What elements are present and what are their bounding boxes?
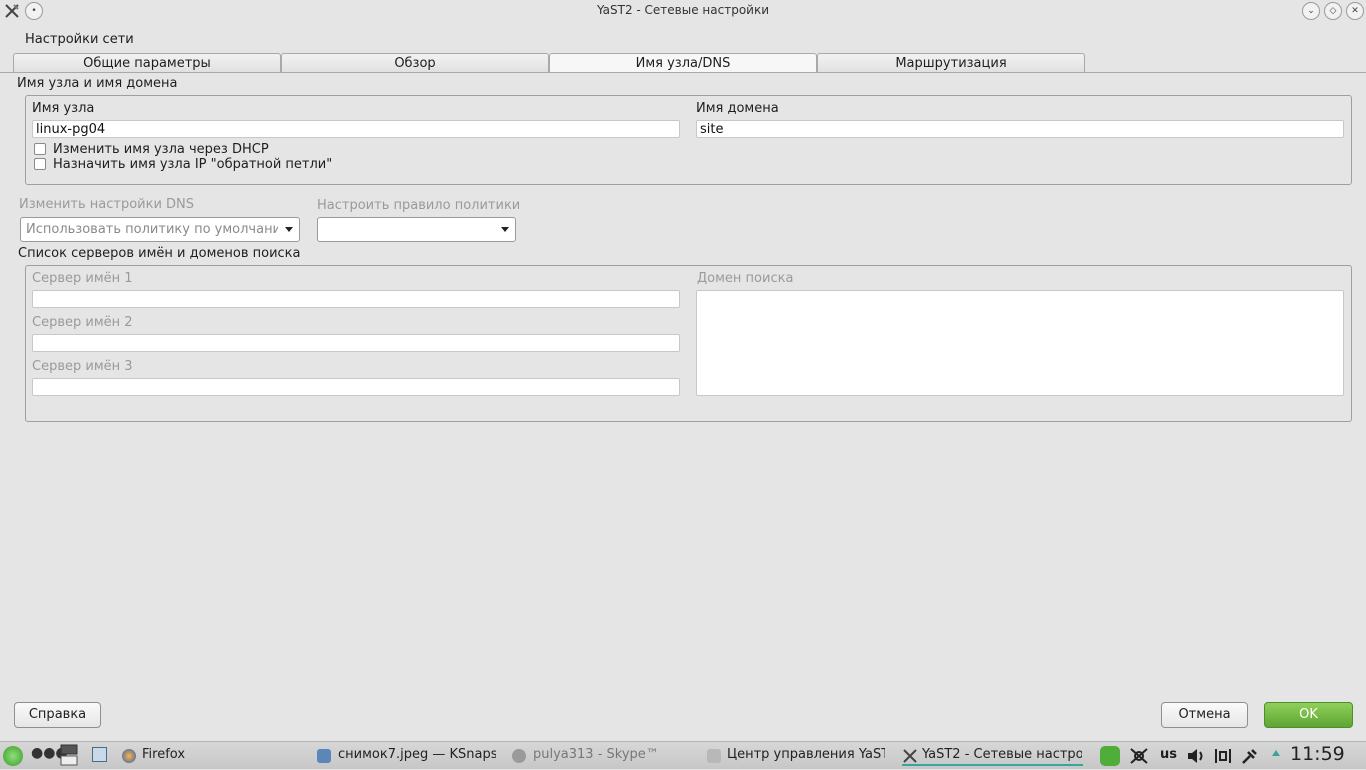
chevron-down-icon [501, 227, 509, 232]
nameserver-3-input[interactable] [32, 378, 680, 396]
nameserver-2-label: Сервер имён 2 [32, 315, 133, 330]
domain-label: Имя домена [696, 101, 779, 116]
close-button[interactable]: ✕ [1346, 2, 1364, 20]
window-title: YaST2 - Сетевые настройки [596, 3, 770, 17]
keyboard-layout[interactable]: us [1160, 747, 1177, 762]
ok-button[interactable]: OK [1264, 702, 1353, 728]
help-button[interactable]: Справка [14, 702, 101, 728]
loopback-ip-label: Назначить имя узла IP "обратной петли" [53, 157, 333, 172]
firefox-icon [122, 749, 136, 763]
yast-taskbar-icon [902, 748, 918, 764]
servers-group-title: Список серверов имён и доменов поиска [18, 246, 301, 261]
hostname-label: Имя узла [32, 101, 95, 116]
dhcp-hostname-checkbox[interactable] [34, 143, 46, 155]
tab-hostname-dns[interactable]: Имя узла/DNS [549, 53, 817, 73]
volume-icon[interactable] [1186, 746, 1206, 766]
nameserver-2-input[interactable] [32, 334, 680, 352]
ksnapshot-icon [317, 749, 331, 763]
modify-dns-value: Использовать политику по умолчанию [26, 222, 278, 237]
taskbar-item-skype[interactable]: pulya313 - Skype™ [533, 747, 693, 762]
network-icon[interactable] [1128, 746, 1150, 766]
power-plug-icon[interactable] [1240, 746, 1260, 766]
maximize-button[interactable]: ◇ [1324, 2, 1342, 20]
dhcp-hostname-label: Изменить имя узла через DHCP [53, 142, 269, 157]
tab-divider [0, 72, 1366, 73]
tab-overview[interactable]: Обзор [281, 53, 549, 72]
taskbar-item-yast-control-center[interactable]: Центр управления YaST [727, 747, 885, 762]
hostname-input[interactable] [32, 120, 680, 138]
taskbar-item-firefox[interactable]: Firefox [142, 747, 302, 762]
loopback-ip-checkbox[interactable] [34, 158, 46, 170]
pager-icon[interactable] [60, 744, 78, 766]
policy-rule-combo[interactable] [317, 217, 516, 242]
show-desktop-icon[interactable] [92, 747, 107, 762]
yast-control-center-icon [707, 749, 721, 763]
modify-dns-label: Изменить настройки DNS [19, 197, 195, 212]
window-titlebar: • YaST2 - Сетевые настройки ⌄ ◇ ✕ [0, 0, 1366, 22]
taskbar-item-yast-network[interactable]: YaST2 - Сетевые настро [922, 747, 1082, 762]
tray-expand-icon[interactable] [1272, 750, 1280, 756]
active-task-indicator [902, 764, 1083, 766]
updater-icon[interactable] [1100, 746, 1120, 766]
nameserver-1-label: Сервер имён 1 [32, 271, 133, 286]
device-notifier-icon[interactable] [1213, 746, 1233, 766]
nameserver-1-input[interactable] [32, 290, 680, 308]
cancel-button[interactable]: Отмена [1161, 702, 1248, 728]
page-title: Настройки сети [25, 32, 134, 47]
skype-icon [512, 749, 526, 763]
start-menu-icon[interactable] [3, 746, 23, 766]
nameserver-3-label: Сервер имён 3 [32, 359, 133, 374]
tab-general[interactable]: Общие параметры [13, 53, 281, 72]
clock[interactable]: 11:59 [1290, 743, 1345, 765]
search-domain-label: Домен поиска [697, 271, 794, 286]
chevron-down-icon [285, 227, 293, 232]
modify-dns-combo[interactable]: Использовать политику по умолчанию [20, 217, 300, 242]
hostname-group-title: Имя узла и имя домена [17, 76, 178, 91]
minimize-button[interactable]: ⌄ [1302, 2, 1320, 20]
taskbar: ●●● Firefox снимок7.jpeg — KSnapsh pulya… [0, 741, 1366, 769]
search-domain-textarea[interactable] [696, 290, 1344, 396]
domain-input[interactable] [696, 120, 1344, 138]
policy-rule-label: Настроить правило политики [317, 198, 521, 213]
taskbar-item-ksnapshot[interactable]: снимок7.jpeg — KSnapsh [338, 747, 496, 762]
tab-routing[interactable]: Маршрутизация [817, 53, 1085, 72]
